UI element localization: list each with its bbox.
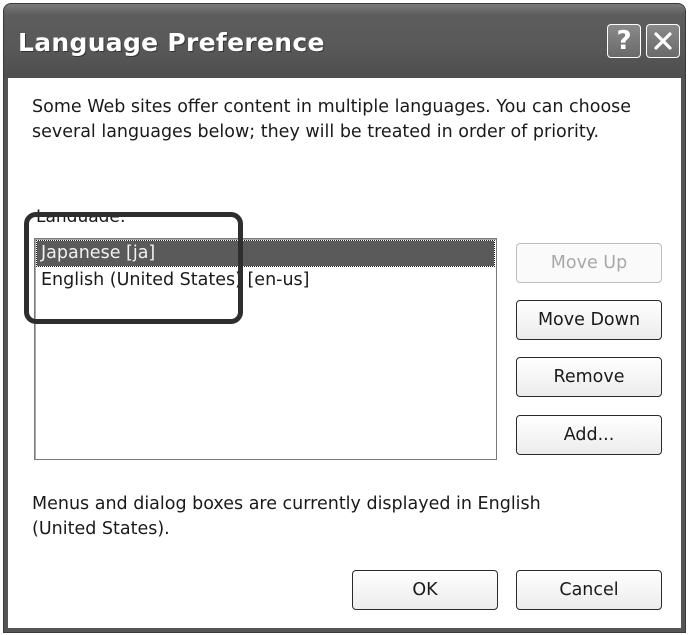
- close-icon: [654, 32, 672, 50]
- ok-label: OK: [412, 580, 438, 600]
- dialog-body: Some Web sites offer content in multiple…: [8, 78, 681, 628]
- cancel-label: Cancel: [559, 580, 619, 600]
- help-icon: ?: [616, 26, 632, 56]
- cancel-button[interactable]: Cancel: [516, 570, 662, 610]
- language-preference-dialog: Language Preference ? Some Web sites off…: [3, 3, 686, 633]
- close-button[interactable]: [646, 24, 680, 58]
- add-button[interactable]: Add...: [516, 415, 662, 455]
- language-list-item[interactable]: English (United States) [en-us]: [37, 268, 494, 293]
- add-label: Add...: [563, 425, 615, 445]
- move-down-label: Move Down: [537, 310, 641, 330]
- language-listbox[interactable]: Japanese [ja] English (United States) [e…: [34, 238, 497, 460]
- help-button[interactable]: ?: [607, 24, 641, 58]
- move-down-button[interactable]: Move Down: [516, 300, 662, 340]
- remove-label: Remove: [553, 367, 625, 387]
- title-bar[interactable]: Language Preference ?: [4, 4, 685, 78]
- remove-button[interactable]: Remove: [516, 357, 662, 397]
- footer-text: Menus and dialog boxes are currently dis…: [32, 494, 541, 539]
- move-up-button[interactable]: Move Up: [516, 243, 662, 283]
- dialog-title: Language Preference: [18, 28, 325, 57]
- intro-text: Some Web sites offer content in multiple…: [32, 97, 632, 142]
- language-list-item[interactable]: Japanese [ja]: [36, 240, 495, 267]
- ok-button[interactable]: OK: [352, 570, 498, 610]
- move-up-label: Move Up: [550, 253, 628, 273]
- language-label: Language:: [36, 207, 126, 222]
